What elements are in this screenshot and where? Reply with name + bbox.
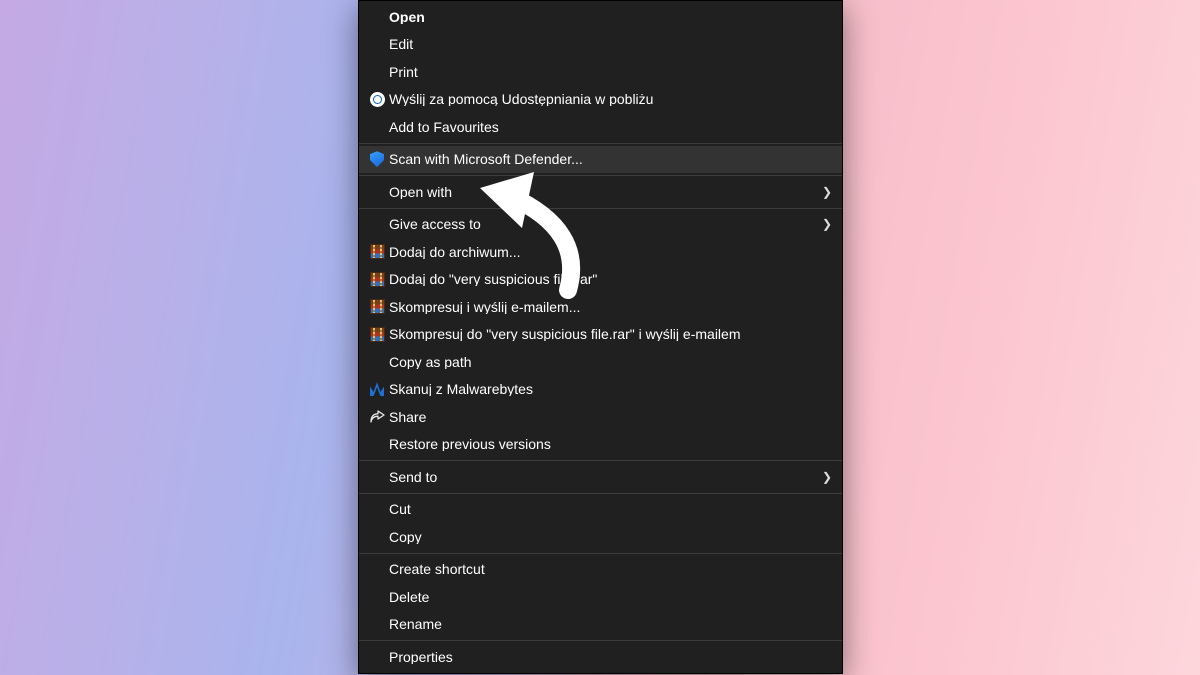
menu-item-label: Scan with Microsoft Defender... <box>389 152 832 166</box>
menu-cut[interactable]: Cut <box>359 496 842 524</box>
menu-properties[interactable]: Properties <box>359 643 842 671</box>
menu-item-label: Wyślij za pomocą Udostępniania w pobliżu <box>389 92 832 106</box>
menu-send-to[interactable]: Send to❯ <box>359 463 842 491</box>
menu-favourites[interactable]: Add to Favourites <box>359 113 842 141</box>
menu-give-access[interactable]: Give access to❯ <box>359 211 842 239</box>
winrar-icon <box>365 244 389 259</box>
context-menu: Open Edit Print Wyślij za pomocą Udostępnia… <box>358 0 843 674</box>
menu-item-label: Share <box>389 410 832 424</box>
nearby-share-icon <box>365 92 389 107</box>
menu-separator <box>359 553 842 554</box>
menu-item-label: Copy as path <box>389 355 832 369</box>
menu-rar-nameemail[interactable]: Skompresuj do "very suspicious file.rar"… <box>359 321 842 349</box>
menu-item-label: Skompresuj i wyślij e-mailem... <box>389 300 832 314</box>
chevron-right-icon: ❯ <box>818 218 832 230</box>
chevron-right-icon: ❯ <box>818 186 832 198</box>
chevron-right-icon: ❯ <box>818 471 832 483</box>
menu-item-label: Copy <box>389 530 832 544</box>
malwarebytes-icon <box>365 382 389 396</box>
menu-item-label: Delete <box>389 590 832 604</box>
menu-open[interactable]: Open <box>359 3 842 31</box>
menu-restore[interactable]: Restore previous versions <box>359 431 842 459</box>
menu-rar-add[interactable]: Dodaj do archiwum... <box>359 238 842 266</box>
menu-item-label: Add to Favourites <box>389 120 832 134</box>
winrar-icon <box>365 299 389 314</box>
menu-item-label: Cut <box>389 502 832 516</box>
menu-item-label: Print <box>389 65 832 79</box>
menu-edit[interactable]: Edit <box>359 31 842 59</box>
menu-mwb-scan[interactable]: Skanuj z Malwarebytes <box>359 376 842 404</box>
winrar-icon <box>365 327 389 342</box>
menu-item-label: Open <box>389 10 832 24</box>
menu-separator <box>359 143 842 144</box>
menu-copy-path[interactable]: Copy as path <box>359 348 842 376</box>
menu-item-label: Skompresuj do "very suspicious file.rar"… <box>389 327 832 341</box>
menu-separator <box>359 175 842 176</box>
menu-nearby-share[interactable]: Wyślij za pomocą Udostępniania w pobliżu <box>359 86 842 114</box>
menu-item-label: Properties <box>389 650 832 664</box>
menu-item-label: Create shortcut <box>389 562 832 576</box>
menu-item-label: Give access to <box>389 217 818 231</box>
menu-rar-email[interactable]: Skompresuj i wyślij e-mailem... <box>359 293 842 321</box>
menu-item-label: Open with <box>389 185 818 199</box>
menu-item-label: Send to <box>389 470 818 484</box>
menu-rar-addname[interactable]: Dodaj do "very suspicious file.rar" <box>359 266 842 294</box>
menu-copy[interactable]: Copy <box>359 523 842 551</box>
menu-delete[interactable]: Delete <box>359 583 842 611</box>
menu-item-label: Dodaj do archiwum... <box>389 245 832 259</box>
defender-shield-icon <box>365 151 389 167</box>
menu-item-label: Skanuj z Malwarebytes <box>389 382 832 396</box>
menu-separator <box>359 640 842 641</box>
menu-print[interactable]: Print <box>359 58 842 86</box>
winrar-icon <box>365 272 389 287</box>
menu-share[interactable]: Share <box>359 403 842 431</box>
share-icon <box>365 409 389 425</box>
menu-shortcut[interactable]: Create shortcut <box>359 556 842 584</box>
menu-item-label: Edit <box>389 37 832 51</box>
menu-separator <box>359 208 842 209</box>
menu-item-label: Restore previous versions <box>389 437 832 451</box>
menu-separator <box>359 493 842 494</box>
menu-item-label: Rename <box>389 617 832 631</box>
menu-defender-scan[interactable]: Scan with Microsoft Defender... <box>359 146 842 174</box>
menu-separator <box>359 460 842 461</box>
menu-open-with[interactable]: Open with❯ <box>359 178 842 206</box>
menu-item-label: Dodaj do "very suspicious file.rar" <box>389 272 832 286</box>
menu-rename[interactable]: Rename <box>359 611 842 639</box>
